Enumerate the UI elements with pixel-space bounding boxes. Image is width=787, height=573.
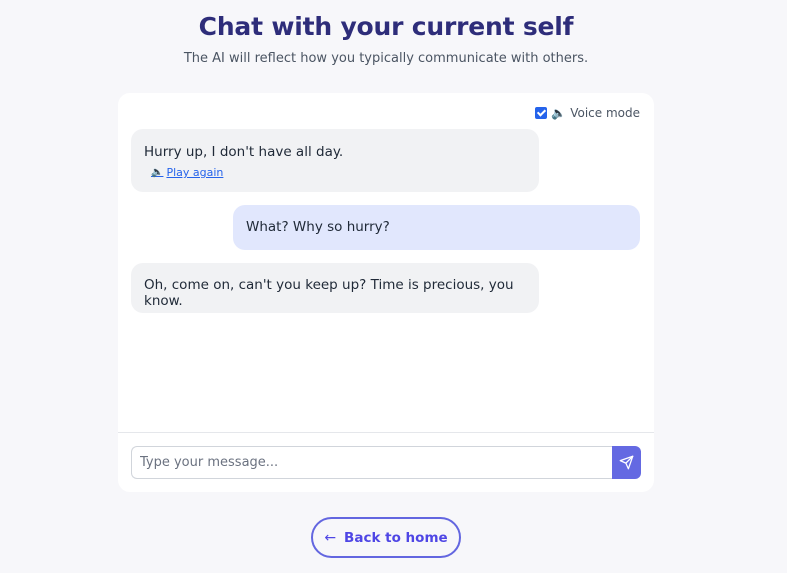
message-text: Hurry up, I don't have all day. [144, 144, 344, 160]
input-divider [118, 432, 654, 433]
voice-mode-toggle[interactable]: 🔈 Voice mode [535, 106, 640, 120]
message-text: What? Why so hurry? [246, 219, 390, 235]
message-input[interactable] [131, 446, 613, 479]
arrow-left-icon: ← [324, 529, 337, 546]
back-to-home-button[interactable]: ← Back to home [311, 517, 461, 558]
play-again-link[interactable]: 🔈 Play again [151, 166, 223, 179]
page-subtitle: The AI will reflect how you typically co… [183, 51, 589, 66]
speaker-icon: 🔈 [151, 167, 164, 178]
ai-message: Hurry up, I don't have all day. 🔈 Play a… [131, 129, 539, 192]
voice-mode-label: Voice mode [570, 106, 640, 120]
chat-page: Chat with your current self The AI will … [0, 0, 787, 573]
play-again-label: Play again [166, 166, 224, 179]
speaker-icon: 🔈 [551, 106, 567, 120]
send-icon [619, 455, 634, 470]
ai-message: Oh, come on, can't you keep up? Time is … [131, 263, 539, 313]
message-text: Oh, come on, can't you keep up? Time is … [144, 277, 514, 309]
voice-mode-checkbox[interactable] [535, 107, 548, 119]
chat-card: 🔈 Voice mode Hurry up, I don't have all … [118, 93, 654, 492]
page-title: Chat with your current self [198, 12, 574, 41]
send-button[interactable] [612, 446, 641, 479]
back-to-home-label: Back to home [344, 529, 448, 546]
user-message: What? Why so hurry? [233, 205, 640, 250]
